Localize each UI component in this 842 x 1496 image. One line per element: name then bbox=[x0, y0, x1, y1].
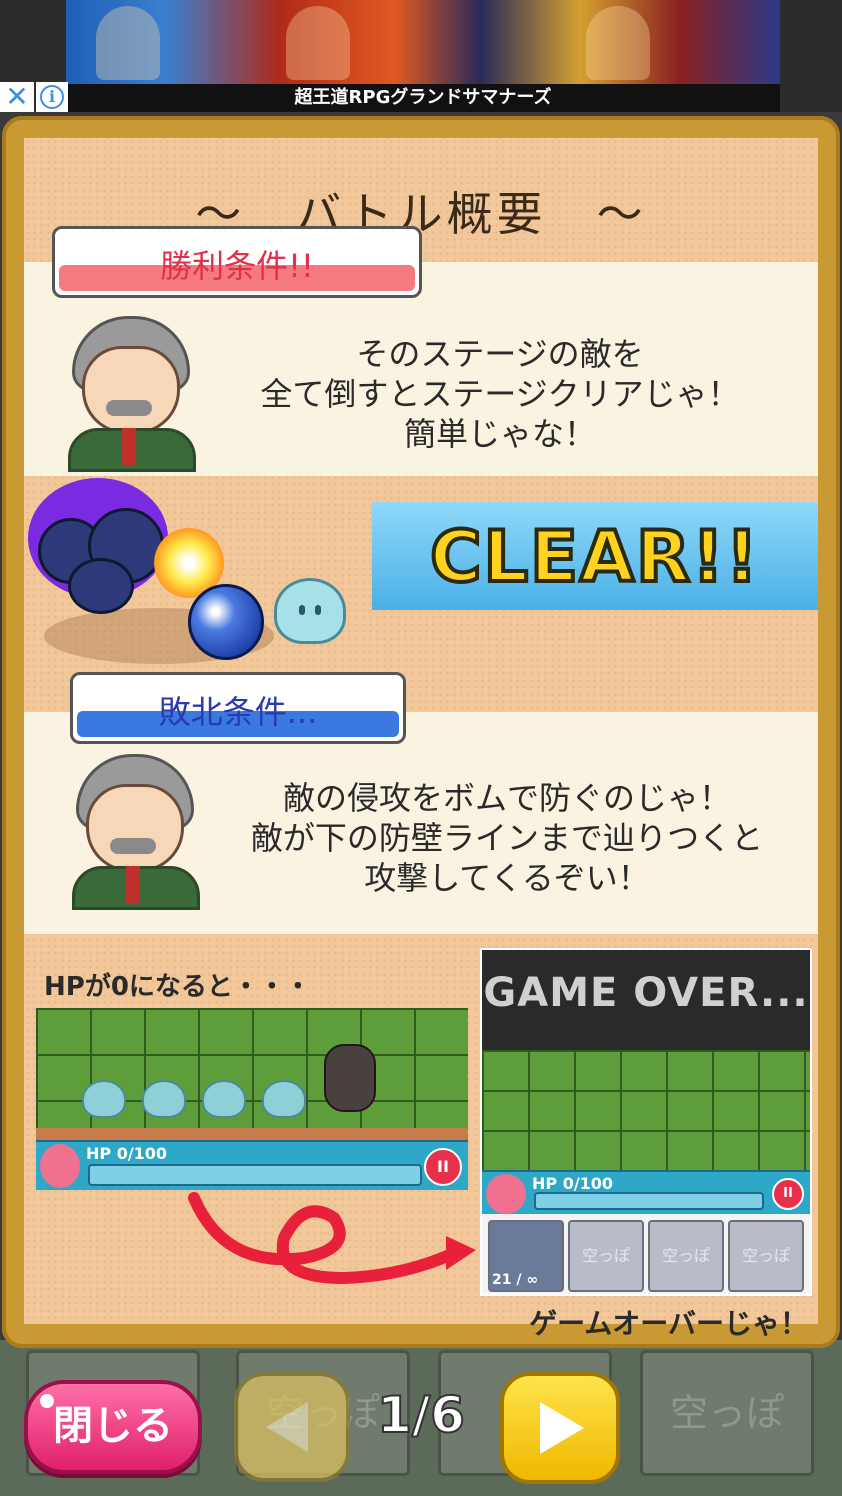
game-over-screenshot: GAME OVER... HP 0/100 II 21 / ∞ 空っぽ 空っぽ … bbox=[480, 948, 812, 1296]
highlight-dot bbox=[40, 1394, 54, 1408]
wolf-enemy bbox=[324, 1044, 376, 1112]
empty-slot: 空っぽ bbox=[568, 1220, 644, 1292]
bomb-slots: 21 / ∞ 空っぽ 空っぽ 空っぽ bbox=[482, 1214, 810, 1294]
hp-track bbox=[534, 1192, 764, 1210]
defeat-line-2: 敵が下の防壁ラインまで辿りつくと bbox=[250, 819, 764, 857]
hp-bar: HP 0/100 II bbox=[482, 1170, 810, 1216]
info-icon: i bbox=[40, 85, 64, 109]
ad-info-icon[interactable]: i bbox=[36, 82, 68, 112]
game-over-title: GAME OVER... bbox=[483, 970, 809, 1016]
game-over-field bbox=[482, 1050, 810, 1174]
defeat-message: 敵の侵攻をボムで防ぐのじゃ！ 敵が下の防壁ラインまで辿りつくと 攻撃してくるぞい… bbox=[224, 778, 790, 898]
empty-slot: 空っぽ bbox=[648, 1220, 724, 1292]
victory-line-3: 簡単じゃな！ bbox=[403, 415, 596, 453]
empty-slot: 空っぽ bbox=[728, 1220, 804, 1292]
ad-banner[interactable]: 超王道RPGグランドサマナーズ ✕ i bbox=[0, 0, 842, 112]
defeat-tab-label: 敗北条件... bbox=[158, 693, 318, 731]
battlefield-screenshot: HP 0/100 II bbox=[36, 1008, 468, 1190]
slime-enemy bbox=[142, 1080, 186, 1118]
game-over-caption: ゲームオーバーじゃ！ bbox=[529, 1307, 808, 1340]
tutorial-board: 〜 バトル概要 〜 勝利条件!! そのステージの敵を 全て倒すとステージクリアじ… bbox=[2, 116, 840, 1348]
hp-label: HP 0/100 bbox=[532, 1174, 614, 1193]
elder-portrait-smiling bbox=[64, 316, 196, 472]
hp-label: HP 0/100 bbox=[86, 1144, 168, 1163]
clear-text: CLEAR!! bbox=[428, 514, 760, 600]
defeat-line-1: 敵の侵攻をボムで防ぐのじゃ！ bbox=[282, 779, 731, 817]
victory-message: そのステージの敵を 全て倒すとステージクリアじゃ！ 簡単じゃな！ bbox=[220, 334, 780, 454]
slime-enemy bbox=[82, 1080, 126, 1118]
slime-enemy bbox=[202, 1080, 246, 1118]
bomb-icon bbox=[188, 584, 264, 660]
arrow-right-icon bbox=[540, 1402, 584, 1454]
hp-zero-text: HPが0になると・・・ bbox=[44, 972, 311, 1002]
victory-line-1: そのステージの敵を bbox=[356, 335, 644, 373]
defeat-condition-tab: 敗北条件... bbox=[70, 672, 406, 744]
slime-enemy bbox=[262, 1080, 306, 1118]
heroine-avatar bbox=[486, 1174, 526, 1214]
ad-close-icon[interactable]: ✕ bbox=[0, 82, 34, 112]
red-curl-arrow-icon bbox=[188, 1192, 476, 1285]
victory-tab-label: 勝利条件!! bbox=[160, 247, 314, 285]
heroine-avatar bbox=[40, 1144, 80, 1188]
victory-line-2: 全て倒すとステージクリアじゃ！ bbox=[260, 375, 740, 413]
victory-condition-tab: 勝利条件!! bbox=[52, 226, 422, 298]
prev-page-button[interactable] bbox=[234, 1372, 350, 1482]
defeat-line-3: 攻撃してくるぞい！ bbox=[364, 859, 650, 897]
ammo-count: 21 / ∞ bbox=[492, 1272, 539, 1288]
elder-portrait-serious bbox=[68, 754, 200, 910]
cork-panel: 〜 バトル概要 〜 勝利条件!! そのステージの敵を 全て倒すとステージクリアじ… bbox=[24, 138, 818, 1340]
slime-enemy bbox=[274, 578, 346, 644]
clear-banner: CLEAR!! bbox=[372, 502, 818, 610]
pause-icon: II bbox=[772, 1178, 804, 1210]
close-button-label: 閉じる bbox=[53, 1403, 173, 1449]
ad-artwork[interactable] bbox=[66, 0, 780, 84]
next-page-button[interactable] bbox=[500, 1372, 620, 1484]
ad-title[interactable]: 超王道RPGグランドサマナーズ bbox=[66, 84, 780, 112]
cerberus-monster bbox=[28, 478, 168, 628]
close-button[interactable]: 閉じる bbox=[24, 1380, 202, 1474]
arrow-left-icon bbox=[266, 1402, 308, 1452]
bomb-slot: 21 / ∞ bbox=[488, 1220, 564, 1292]
bg-slot-empty-3: 空っぽ bbox=[640, 1350, 814, 1476]
page-indicator: 1/6 bbox=[376, 1385, 466, 1445]
